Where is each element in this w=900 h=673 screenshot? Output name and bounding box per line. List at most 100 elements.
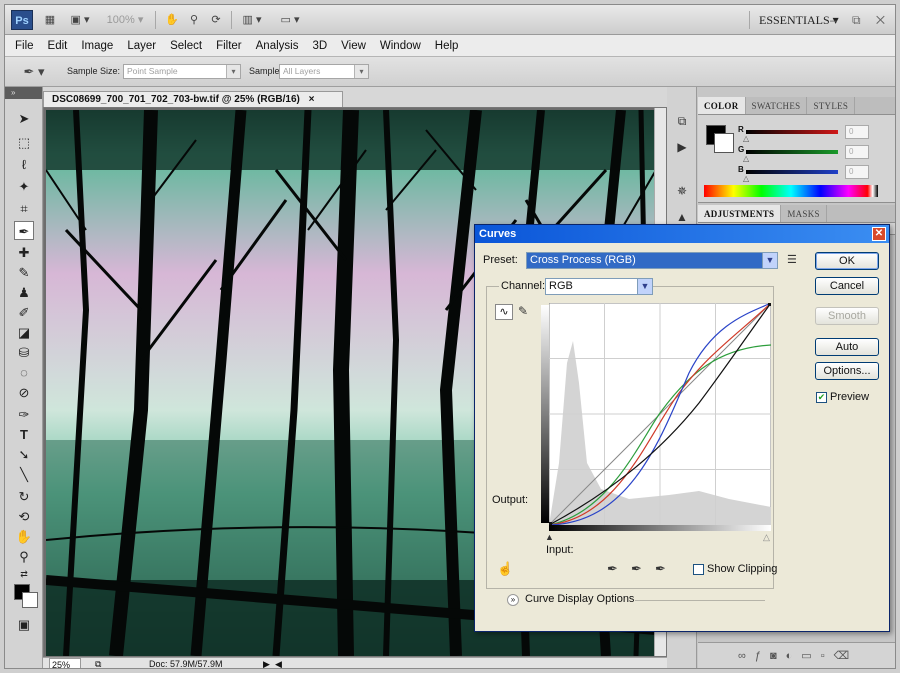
- preset-select[interactable]: Cross Process (RGB) ▼: [526, 252, 778, 269]
- status-menu-arrow-icon[interactable]: ▶: [263, 658, 270, 668]
- expand-chevron-icon[interactable]: »: [507, 594, 519, 606]
- blue-slider[interactable]: B △ 0: [738, 165, 893, 183]
- black-eyedropper-icon[interactable]: ✒: [607, 561, 618, 577]
- blue-value-field[interactable]: 0: [845, 165, 869, 179]
- link-layers-icon[interactable]: ∞: [738, 650, 755, 662]
- magic-wand-tool-icon[interactable]: ✦: [14, 177, 34, 196]
- ok-button[interactable]: OK: [815, 252, 879, 270]
- green-slider[interactable]: G △ 0: [738, 145, 893, 163]
- line-tool-icon[interactable]: ╲: [14, 465, 34, 484]
- menu-image[interactable]: Image: [81, 40, 113, 52]
- options-button[interactable]: Options...: [815, 362, 879, 380]
- new-layer-icon[interactable]: ▫: [821, 650, 834, 662]
- tab-adjustments[interactable]: ADJUSTMENTS: [698, 205, 782, 222]
- clone-stamp-tool-icon[interactable]: ♟: [14, 283, 34, 302]
- menu-filter[interactable]: Filter: [216, 40, 242, 52]
- tab-styles[interactable]: STYLES: [807, 97, 856, 114]
- show-clipping-checkbox[interactable]: [693, 564, 704, 575]
- 3d-rotate-tool-icon[interactable]: ↻: [14, 487, 34, 506]
- type-tool-icon[interactable]: T: [14, 425, 34, 444]
- tab-color[interactable]: COLOR: [698, 97, 746, 114]
- 3d-orbit-tool-icon[interactable]: ⟲: [14, 507, 34, 526]
- quick-mask-icon[interactable]: ▣: [14, 615, 34, 634]
- green-slider-handle[interactable]: △: [743, 154, 749, 163]
- toolbox-collapse-handle[interactable]: »: [5, 87, 42, 99]
- on-image-adjust-icon[interactable]: ☝: [497, 561, 513, 577]
- tab-swatches[interactable]: SWATCHES: [746, 97, 808, 114]
- background-color-swatch[interactable]: [714, 133, 734, 153]
- menu-edit[interactable]: Edit: [48, 40, 68, 52]
- actions-panel-icon[interactable]: ▶: [673, 139, 691, 155]
- screen-mode-icon[interactable]: ▭ ▾: [275, 12, 305, 28]
- channel-select[interactable]: RGB ▼: [545, 278, 653, 295]
- workspace-switcher[interactable]: ESSENTIALS ▾: [759, 11, 839, 29]
- trash-icon[interactable]: ⌫: [834, 650, 859, 662]
- red-value-field[interactable]: 0: [845, 125, 869, 139]
- status-zoom-field[interactable]: 25%: [49, 658, 81, 668]
- marquee-tool-icon[interactable]: ⬚: [14, 133, 34, 152]
- gray-eyedropper-icon[interactable]: ✒: [631, 561, 642, 577]
- background-color-swatch[interactable]: [22, 592, 38, 608]
- eyedropper-preset-icon[interactable]: ✒ ▾: [19, 64, 49, 80]
- document-tab[interactable]: DSC08699_700_701_702_703-bw.tif @ 25% (R…: [43, 91, 343, 107]
- move-tool-icon[interactable]: ➤: [14, 109, 34, 128]
- view-extras-icon[interactable]: ▣ ▾: [65, 12, 95, 28]
- green-value-field[interactable]: 0: [845, 145, 869, 159]
- window-controls[interactable]: – ⧉ ✕: [830, 11, 891, 29]
- black-point-slider-icon[interactable]: ▲: [545, 532, 554, 542]
- close-icon[interactable]: ✕: [872, 227, 886, 241]
- white-point-slider-icon[interactable]: △: [763, 532, 770, 543]
- red-slider-handle[interactable]: △: [743, 134, 749, 143]
- auto-button[interactable]: Auto: [815, 338, 879, 356]
- pen-tool-icon[interactable]: ✑: [14, 405, 34, 424]
- curve-point-tool-icon[interactable]: ∿: [495, 304, 513, 320]
- curves-dialog-titlebar[interactable]: Curves: [475, 225, 889, 243]
- path-selection-tool-icon[interactable]: ➘: [14, 445, 34, 464]
- color-spectrum-ramp[interactable]: [704, 185, 878, 197]
- menu-layer[interactable]: Layer: [127, 40, 156, 52]
- zoom-tool-icon[interactable]: ⚲: [185, 12, 203, 28]
- menu-window[interactable]: Window: [380, 40, 421, 52]
- red-slider[interactable]: R △ 0: [738, 125, 893, 143]
- brush-tool-icon[interactable]: ✎: [14, 263, 34, 282]
- menu-analysis[interactable]: Analysis: [256, 40, 299, 52]
- menu-3d[interactable]: 3D: [312, 40, 327, 52]
- pencil-tool-icon[interactable]: ✎: [518, 304, 528, 318]
- adjustment-layer-icon[interactable]: ◐: [786, 650, 802, 662]
- white-eyedropper-icon[interactable]: ✒: [655, 561, 666, 577]
- history-panel-icon[interactable]: ⧉: [673, 113, 691, 129]
- swap-colors-icon[interactable]: ⇄: [14, 565, 34, 584]
- eyedropper-tool-icon[interactable]: ✒: [14, 221, 34, 240]
- sample-size-select[interactable]: Point Sample ▾: [123, 64, 241, 79]
- navigator-panel-icon[interactable]: ✵: [673, 183, 691, 199]
- healing-brush-tool-icon[interactable]: ✚: [14, 243, 34, 262]
- dodge-tool-icon[interactable]: ⊘: [14, 383, 34, 402]
- blue-slider-handle[interactable]: △: [743, 174, 749, 183]
- close-icon[interactable]: ×: [309, 94, 315, 105]
- curve-display-options-label[interactable]: Curve Display Options: [525, 593, 634, 605]
- histogram-panel-icon[interactable]: ▲: [673, 209, 691, 225]
- preset-options-icon[interactable]: ☰: [787, 253, 797, 266]
- status-info-icon[interactable]: ⧉: [95, 658, 101, 668]
- crop-tool-icon[interactable]: ⌗: [14, 199, 34, 218]
- curves-graph[interactable]: [549, 303, 771, 525]
- menu-view[interactable]: View: [341, 40, 366, 52]
- hand-tool-icon[interactable]: ✋: [163, 12, 181, 28]
- rotate-view-icon[interactable]: ⟳: [207, 12, 225, 28]
- smooth-button[interactable]: Smooth: [815, 307, 879, 325]
- menu-help[interactable]: Help: [435, 40, 459, 52]
- preview-checkbox[interactable]: ✔: [816, 392, 827, 403]
- cancel-button[interactable]: Cancel: [815, 277, 879, 295]
- bridge-icon[interactable]: ▦: [41, 12, 59, 28]
- new-group-icon[interactable]: ▭: [801, 650, 820, 662]
- menu-select[interactable]: Select: [170, 40, 202, 52]
- menu-file[interactable]: File: [15, 40, 34, 52]
- eraser-tool-icon[interactable]: ◪: [14, 323, 34, 342]
- zoom-level-dropdown[interactable]: 100% ▾: [101, 12, 149, 28]
- arrange-documents-icon[interactable]: ▥ ▾: [237, 12, 267, 28]
- tab-masks[interactable]: MASKS: [781, 205, 827, 222]
- lasso-tool-icon[interactable]: ℓ: [14, 155, 34, 174]
- sample-select[interactable]: All Layers ▾: [279, 64, 369, 79]
- blur-tool-icon[interactable]: ◌: [14, 363, 34, 382]
- zoom-tool-icon[interactable]: ⚲: [14, 547, 34, 566]
